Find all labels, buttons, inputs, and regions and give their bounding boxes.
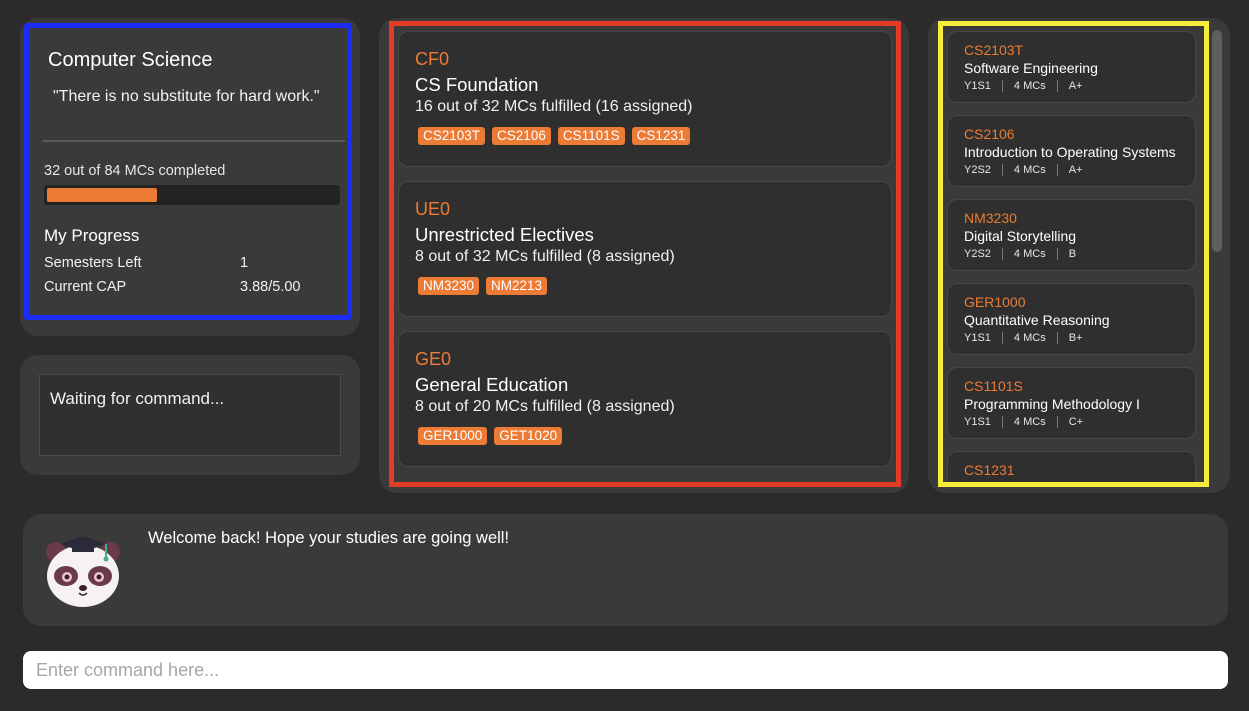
requirement-progress: 8 out of 32 MCs fulfilled (8 assigned)	[415, 248, 675, 265]
requirements-panel: CF0 CS Foundation 16 out of 32 MCs fulfi…	[379, 18, 909, 493]
module-title: Introduction to Operating Systems	[964, 144, 1176, 160]
requirement-progress: 16 out of 32 MCs fulfilled (16 assigned)	[415, 98, 693, 115]
module-tag: GER1000	[418, 427, 488, 445]
requirement-code: CF0	[415, 49, 450, 69]
module-list-panel: CS2103T Software Engineering Y1S1 4 MCs …	[928, 18, 1230, 493]
module-title: Software Engineering	[964, 60, 1098, 76]
module-tag: CS2103T	[418, 127, 486, 145]
mc-completed-text: 32 out of 84 MCs completed	[44, 163, 226, 179]
module-code: CS2106	[964, 126, 1015, 142]
module-card[interactable]: CS2106 Introduction to Operating Systems…	[947, 115, 1196, 187]
module-card[interactable]: CS1101S Programming Methodology I Y1S1 4…	[947, 367, 1196, 439]
module-list[interactable]: CS2103T Software Engineering Y1S1 4 MCs …	[943, 26, 1204, 482]
progress-heading: My Progress	[44, 226, 140, 245]
module-code: CS2103T	[964, 42, 1024, 58]
module-semester: Y1S1	[964, 416, 991, 428]
profile-highlight-frame: Computer Science "There is no substitute…	[24, 23, 352, 320]
module-grade: C+	[1068, 416, 1084, 428]
module-card[interactable]: CS2103T Software Engineering Y1S1 4 MCs …	[947, 31, 1196, 103]
module-card[interactable]: CS1231	[947, 451, 1196, 482]
status-text: Waiting for command...	[50, 389, 225, 408]
requirement-progress: 8 out of 20 MCs fulfilled (8 assigned)	[415, 398, 675, 415]
module-title: Quantitative Reasoning	[964, 312, 1110, 328]
module-tag: CS2106	[492, 127, 551, 145]
status-card: Waiting for command...	[20, 355, 360, 475]
module-card[interactable]: NM3230 Digital Storytelling Y2S2 4 MCs B	[947, 199, 1196, 271]
requirement-card[interactable]: CF0 CS Foundation 16 out of 32 MCs fulfi…	[398, 31, 892, 167]
requirement-code: UE0	[415, 199, 451, 219]
app-window: Computer Science "There is no substitute…	[0, 0, 1249, 711]
requirement-card[interactable]: GE0 General Education 8 out of 20 MCs fu…	[398, 331, 892, 467]
module-code: CS1231	[964, 462, 1015, 478]
module-meta: Y1S1 4 MCs A+	[964, 80, 1082, 92]
module-semester: Y1S1	[964, 332, 991, 344]
module-card[interactable]: GER1000 Quantitative Reasoning Y1S1 4 MC…	[947, 283, 1196, 355]
scrollbar-thumb[interactable]	[1212, 30, 1222, 252]
cap-value: 3.88/5.00	[240, 279, 301, 295]
motto-text: "There is no substitute for hard work."	[53, 88, 320, 105]
module-grade: A+	[1068, 164, 1083, 176]
requirement-code: GE0	[415, 349, 452, 369]
requirement-tags: NM3230 NM2213	[418, 277, 548, 295]
module-tag: CS1101S	[557, 127, 625, 145]
module-tag: NM2213	[486, 277, 548, 295]
status-box: Waiting for command...	[39, 374, 341, 456]
mc-progress-fill	[47, 188, 157, 202]
cap-label: Current CAP	[44, 279, 127, 295]
module-title: Programming Methodology I	[964, 396, 1140, 412]
module-tag: CS1231	[631, 127, 691, 145]
module-mcs: 4 MCs	[1013, 164, 1046, 176]
module-grade: B+	[1068, 332, 1083, 344]
requirement-name: Unrestricted Electives	[415, 224, 594, 245]
module-semester: Y2S2	[964, 248, 991, 260]
module-mcs: 4 MCs	[1013, 248, 1046, 260]
profile-card: Computer Science "There is no substitute…	[20, 18, 360, 336]
module-code: GER1000	[964, 294, 1026, 310]
module-code: CS1101S	[964, 378, 1023, 394]
semesters-left-value: 1	[240, 255, 249, 271]
module-mcs: 4 MCs	[1013, 332, 1046, 344]
mc-progress-bar	[44, 185, 340, 205]
semesters-left-label: Semesters Left	[44, 255, 142, 271]
response-box: Welcome back! Hope your studies are goin…	[23, 514, 1228, 626]
requirement-card[interactable]: UE0 Unrestricted Electives 8 out of 32 M…	[398, 181, 892, 317]
module-meta: Y1S1 4 MCs C+	[964, 416, 1083, 428]
module-list-scrollbar[interactable]	[1212, 28, 1222, 484]
requirement-tags: CS2103T CS2106 CS1101S CS1231	[418, 127, 691, 145]
module-tag: NM3230	[418, 277, 480, 295]
course-name: Computer Science	[48, 49, 213, 71]
module-title: Digital Storytelling	[964, 228, 1077, 244]
module-meta: Y2S2 4 MCs A+	[964, 164, 1082, 176]
module-code: NM3230	[964, 210, 1017, 226]
response-message: Welcome back! Hope your studies are goin…	[148, 529, 510, 547]
panda-graduate-icon	[46, 536, 120, 607]
requirement-name: General Education	[415, 374, 569, 395]
divider	[43, 140, 345, 142]
requirement-tags: GER1000 GET1020	[418, 427, 563, 445]
command-input[interactable]	[23, 651, 1228, 689]
module-mcs: 4 MCs	[1013, 80, 1046, 92]
requirement-name: CS Foundation	[415, 74, 539, 95]
module-meta: Y1S1 4 MCs B+	[964, 332, 1082, 344]
module-semester: Y1S1	[964, 80, 991, 92]
module-grade: A+	[1068, 80, 1083, 92]
module-grade: B	[1068, 248, 1077, 260]
module-semester: Y2S2	[964, 164, 991, 176]
module-tag: GET1020	[494, 427, 563, 445]
module-meta: Y2S2 4 MCs B	[964, 248, 1076, 260]
module-mcs: 4 MCs	[1013, 416, 1046, 428]
